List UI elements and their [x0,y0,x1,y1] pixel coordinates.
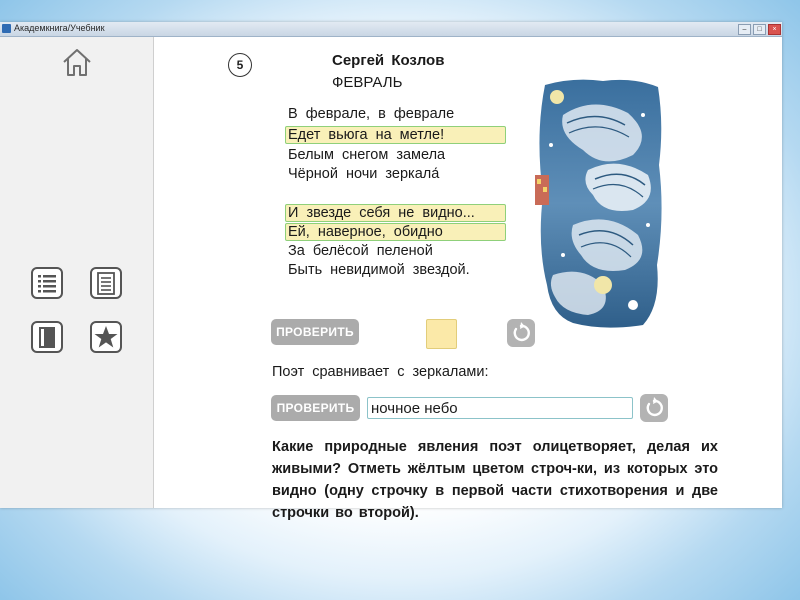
poem-title: ФЕВРАЛЬ [332,74,403,91]
home-icon[interactable] [60,45,94,79]
check-button-1[interactable]: ПРОВЕРИТЬ [271,319,359,345]
yellow-marker-swatch[interactable] [426,319,457,349]
poem-line-2-highlighted[interactable]: Едет вьюга на метле! [285,126,506,144]
task-question: Какие природные явления поэт олицетворяе… [272,439,718,521]
answer-input[interactable] [367,397,633,419]
list-icon[interactable] [30,266,64,300]
poem-line-5-highlighted[interactable]: И звезде себя не видно... [285,204,506,222]
check-button-2[interactable]: ПРОВЕРИТЬ [271,395,360,421]
reset-button-1[interactable] [507,319,535,347]
winter-illustration [533,75,666,331]
window-title: Академкнига/Учебник [14,23,105,33]
close-button[interactable]: × [768,24,781,35]
reset-icon [513,322,530,342]
document-icon[interactable] [89,266,123,300]
app-window: Академкнига/Учебник – □ × 5 Сергей Козло… [0,22,782,521]
minimize-button[interactable]: – [738,24,751,35]
sidebar [0,37,154,508]
poem-line-4[interactable]: Чёрной ночи зеркала́ [285,166,442,183]
poem-line-1[interactable]: В феврале, в феврале [285,106,457,123]
reset-button-2[interactable] [640,394,668,422]
star-icon[interactable] [89,320,123,354]
poem-author: Сергей Козлов [332,52,445,69]
compare-prompt: Поэт сравнивает с зеркалами: [272,364,489,380]
poem-line-6-highlighted[interactable]: Ей, наверное, обидно [285,223,506,241]
title-bar: Академкнига/Учебник – □ × [0,22,782,37]
reset-icon [646,397,663,417]
poem-line-8[interactable]: Быть невидимой звездой. [285,262,473,279]
exercise-number: 5 [228,53,252,77]
poem-line-3[interactable]: Белым снегом замела [285,147,448,164]
notebook-icon[interactable] [30,320,64,354]
maximize-button[interactable]: □ [753,24,766,35]
exercise-content: 5 Сергей Козлов ФЕВРАЛЬ В феврале, в фев… [154,37,782,521]
poem-line-7[interactable]: За белёсой пеленой [285,243,436,260]
app-icon [2,24,11,33]
